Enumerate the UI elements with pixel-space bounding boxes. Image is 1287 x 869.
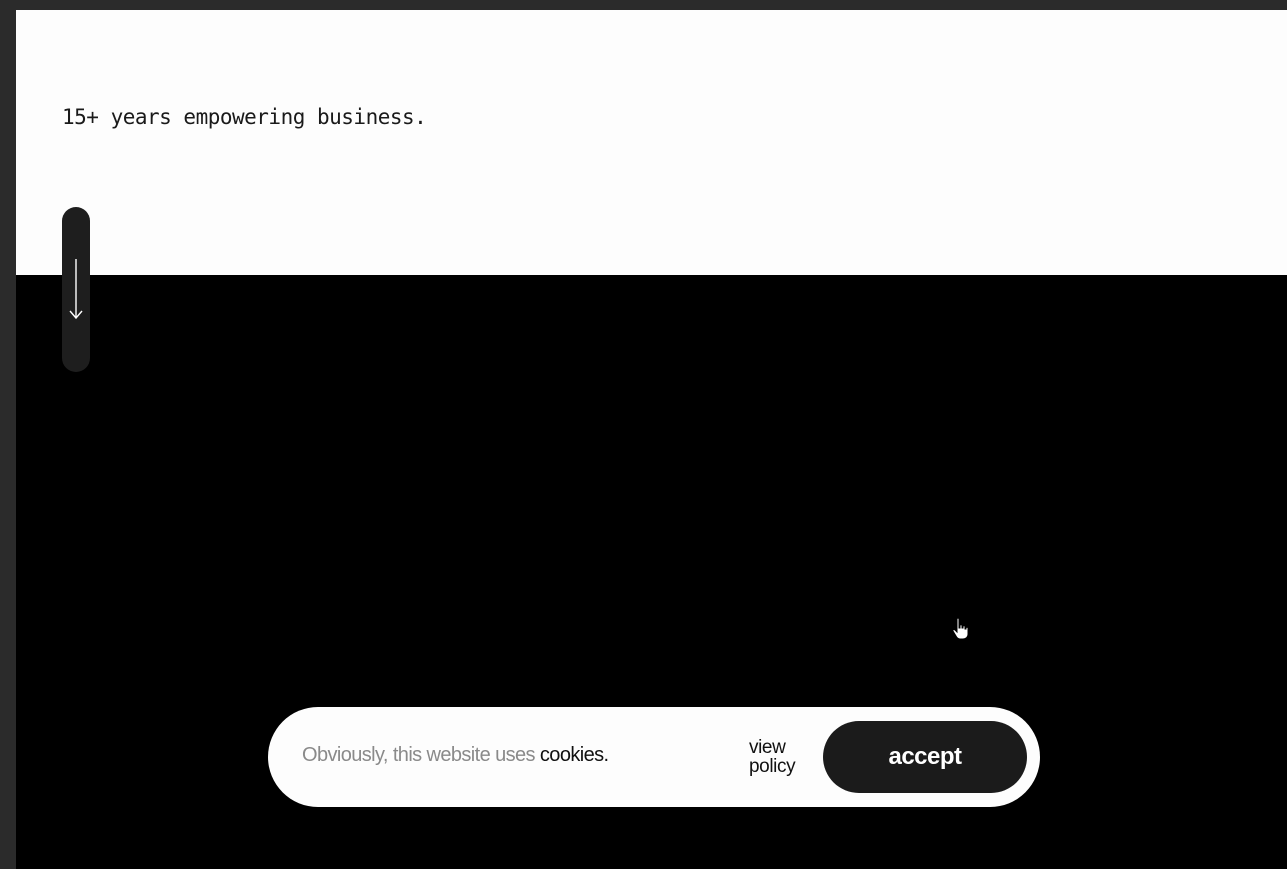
hero-section: 15+ years empowering business. bbox=[16, 10, 1287, 275]
cookie-banner: Obviously, this website uses cookies. vi… bbox=[268, 707, 1040, 807]
accept-button-label: accept bbox=[888, 743, 962, 770]
view-policy-line1: view bbox=[749, 737, 786, 758]
scroll-down-button[interactable] bbox=[62, 207, 90, 372]
accept-cookies-button[interactable]: accept bbox=[823, 721, 1027, 793]
cookie-message-prefix: Obviously, this website uses bbox=[302, 744, 536, 766]
arrow-down-icon bbox=[69, 259, 83, 320]
hand-pointer-cursor-icon bbox=[951, 617, 971, 646]
view-policy-link[interactable]: view policy bbox=[749, 738, 819, 776]
page-viewport: 15+ years empowering business. Obviously… bbox=[16, 10, 1287, 869]
view-policy-line2: policy bbox=[749, 756, 796, 777]
cookie-message: Obviously, this website uses cookies. bbox=[302, 744, 609, 767]
browser-frame: 15+ years empowering business. Obviously… bbox=[0, 0, 1287, 869]
hero-tagline: 15+ years empowering business. bbox=[62, 105, 427, 129]
cookie-message-highlight: cookies. bbox=[539, 744, 609, 766]
